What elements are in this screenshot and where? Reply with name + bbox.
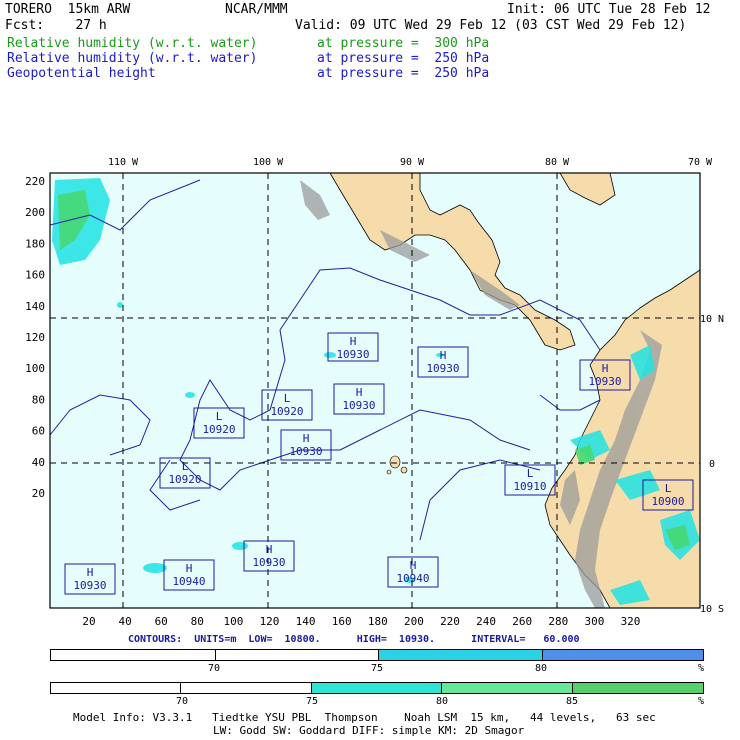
bar2-label-85: 85 [566,696,579,707]
center-type: H [303,432,310,445]
center-type: H [602,362,609,375]
top-longitude-labels: 110 W 100 W 90 W 80 W 70 W [108,157,713,168]
center-type: H [87,566,94,579]
bar1-seg-3 [378,650,544,660]
y-tick-label: 100 [25,362,45,375]
center-type: H [350,335,357,348]
center-type: H [356,386,363,399]
bar1-label-70: 70 [208,663,221,674]
center-type: H [440,349,447,362]
x-tick-label: 140 [296,615,316,628]
contour-info: CONTOURS: UNITS=m LOW= 10800. HIGH= 1093… [128,634,580,645]
center-value: 10930 [426,362,459,375]
bar1-label-75: 75 [371,663,384,674]
bar2-seg-4 [442,683,573,693]
top-lon-label: 80 W [545,157,570,168]
x-tick-label: 240 [476,615,496,628]
x-tick-label: 220 [440,615,460,628]
center-value: 10900 [651,495,684,508]
x-tick-label: 160 [332,615,352,628]
bar2-label-80: 80 [436,696,449,707]
center-type: L [527,467,534,480]
center-type: L [284,392,291,405]
y-tick-label: 40 [32,456,45,469]
model-info-line-2: LW: Godd SW: Goddard DIFF: simple KM: 2D… [213,724,525,737]
y-tick-label: 160 [25,269,45,282]
bar2-label-pct: % [698,696,705,707]
center-type: H [410,559,417,572]
bottom-x-ticks: 20 40 60 80 100 120 140 160 180 200 220 240 260 280 30… [82,615,640,628]
center-value: 10940 [396,572,429,585]
center-value: 10930 [336,348,369,361]
center-type: L [665,482,672,495]
x-tick-label: 260 [512,615,532,628]
center-value: 10920 [168,473,201,486]
y-tick-label: 140 [25,300,45,313]
bar1-seg-2 [215,650,379,660]
right-lat-label: 10 N [700,314,724,325]
center-value: 10930 [252,556,285,569]
y-tick-label: 220 [25,175,45,188]
center-value: 10930 [342,399,375,412]
weather-map: 110 W 100 W 90 W 80 W 70 W 10 N 0 10 S 220 200 1… [25,157,724,628]
y-tick-label: 60 [32,425,45,438]
x-tick-label: 280 [548,615,568,628]
x-tick-label: 120 [260,615,280,628]
x-tick-label: 20 [82,615,95,628]
right-lat-label: 0 [709,459,715,470]
top-lon-label: 90 W [400,157,425,168]
x-tick-label: 60 [155,615,168,628]
top-lon-label: 100 W [253,157,284,168]
top-lon-label: 70 W [688,157,713,168]
center-value: 10920 [202,423,235,436]
center-type: L [216,410,223,423]
x-tick-label: 100 [223,615,243,628]
x-tick-label: 300 [584,615,604,628]
bar1-seg-4 [543,650,703,660]
x-tick-label: 200 [404,615,424,628]
bar2-seg-3 [312,683,442,693]
bar2-seg-5 [573,683,703,693]
rh-colorbar-250 [50,649,704,661]
center-value: 10930 [73,579,106,592]
center-value: 10930 [588,375,621,388]
x-tick-label: 320 [621,615,641,628]
y-tick-label: 20 [32,487,45,500]
x-tick-label: 40 [118,615,131,628]
bar2-label-75: 75 [306,696,319,707]
center-value: 10940 [172,575,205,588]
bar2-seg-2 [181,683,312,693]
model-info-line-1: Model Info: V3.3.1 Tiedtke YSU PBL Thomp… [73,711,656,724]
center-value: 10910 [513,480,546,493]
y-tick-label: 120 [25,331,45,344]
y-tick-label: 180 [25,237,45,250]
bar1-label-pct: % [698,663,705,674]
left-y-ticks: 220 200 180 160 140 120 100 80 60 40 20 [25,175,45,500]
bar1-seg-1 [51,650,216,660]
y-tick-label: 80 [32,393,45,406]
center-type: H [266,543,273,556]
bar2-seg-1 [51,683,181,693]
x-tick-label: 180 [368,615,388,628]
bar2-label-70: 70 [176,696,189,707]
x-tick-label: 80 [191,615,204,628]
rh-colorbar-300 [50,682,704,694]
bar1-label-80: 80 [535,663,548,674]
top-lon-label: 110 W [108,157,139,168]
center-value: 10920 [270,405,303,418]
center-value: 10930 [289,445,322,458]
right-latitude-labels: 10 N 0 10 S [700,314,724,615]
y-tick-label: 200 [25,206,45,219]
right-lat-label: 10 S [700,604,724,615]
center-type: H [186,562,193,575]
center-type: L [182,460,189,473]
